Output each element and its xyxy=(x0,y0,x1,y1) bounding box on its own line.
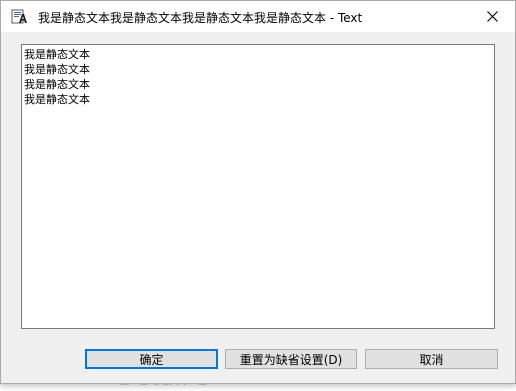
window-title: 我是静态文本我是静态文本我是静态文本我是静态文本 - Text xyxy=(38,11,363,25)
text-line: 我是静态文本 xyxy=(24,63,90,76)
cancel-button[interactable]: 取消 xyxy=(365,349,498,369)
app-icon xyxy=(11,8,28,25)
text-dialog: 我是静态文本我是静态文本我是静态文本我是静态文本 - Text 我是静态文本 我… xyxy=(0,0,516,384)
text-area[interactable]: 我是静态文本 我是静态文本 我是静态文本 我是静态文本 xyxy=(21,44,495,329)
text-line: 我是静态文本 xyxy=(24,78,90,91)
close-icon xyxy=(486,11,498,22)
ok-button[interactable]: 确定 xyxy=(85,349,218,369)
reset-defaults-button[interactable]: 重置为缺省设置(D) xyxy=(225,349,357,369)
close-button[interactable] xyxy=(469,1,515,32)
text-line: 我是静态文本 xyxy=(24,48,90,61)
text-line: 我是静态文本 xyxy=(24,93,90,106)
title-bar[interactable]: 我是静态文本我是静态文本我是静态文本我是静态文本 - Text xyxy=(1,1,515,32)
